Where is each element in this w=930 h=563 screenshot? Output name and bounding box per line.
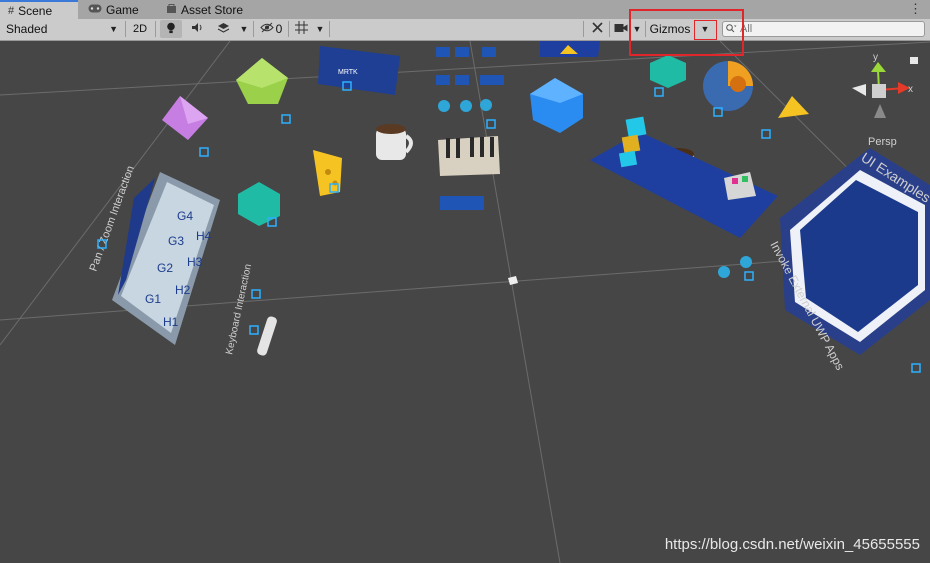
axis-y-label: y	[873, 52, 878, 63]
grid-cell-g3: G3	[168, 234, 184, 248]
grid-cell-h1: H1	[163, 315, 179, 329]
hidden-count: 0	[275, 22, 283, 36]
cyan-block	[625, 116, 647, 138]
chevron-down-icon: ▼	[315, 24, 325, 34]
scene-toolbar: Shaded ▼ 2D ▼ 0 ▼ ▼ Gizmos ▼ All	[0, 19, 930, 41]
scene-canvas: G4 G3 G2 G1 H4 H3 H2 H1 Pan / Zoom Inter…	[0, 41, 930, 563]
camera-dropdown[interactable]: ▼	[631, 20, 643, 38]
teal-sphere	[238, 182, 280, 226]
2d-toggle-button[interactable]: 2D	[128, 20, 152, 38]
chevron-down-icon: ▼	[700, 24, 710, 34]
hidden-objects-toggle[interactable]: 0	[256, 20, 286, 38]
chevron-down-icon: ▼	[632, 24, 642, 34]
effects-dropdown[interactable]: ▼	[237, 20, 251, 38]
mrtk-logo-panel: MRTK	[318, 46, 400, 95]
store-icon	[166, 3, 177, 17]
speaker-icon	[191, 22, 204, 36]
shading-mode-value: Shaded	[6, 22, 48, 36]
camera-origin-marker	[508, 276, 518, 285]
search-input[interactable]	[740, 23, 910, 35]
tab-game-label: Game	[106, 2, 139, 17]
scene-search-field[interactable]	[722, 21, 925, 37]
effects-toggle-button[interactable]	[212, 20, 234, 38]
audio-toggle-button[interactable]	[186, 20, 208, 38]
layers-icon	[217, 22, 230, 37]
yellow-pyramid	[778, 96, 809, 118]
stylus-object	[257, 316, 277, 356]
eye-slash-icon	[259, 22, 274, 36]
grid-cell-h4: H4	[196, 229, 212, 243]
tools-icon	[591, 21, 604, 37]
piano-keys-object	[438, 136, 500, 176]
chevron-down-icon: ▼	[109, 24, 118, 34]
camera-icon	[614, 22, 628, 36]
tab-asset-store[interactable]: Asset Store	[158, 0, 258, 19]
tab-asset-store-label: Asset Store	[181, 2, 244, 17]
grid-toggle-button[interactable]	[291, 20, 311, 38]
earth-core-model	[703, 61, 753, 111]
grid-snap-icon	[294, 21, 308, 37]
grid-cell-g4: G4	[177, 209, 193, 223]
editor-tab-bar: # Scene Game Asset Store ⋮	[0, 0, 930, 20]
orientation-gizmo: y x Persp	[852, 52, 913, 148]
more-options-icon[interactable]: ⋮	[909, 1, 922, 17]
axis-x-label: x	[908, 84, 913, 95]
grid-icon: #	[8, 4, 15, 17]
pan-zoom-grid-panel: G4 G3 G2 G1 H4 H3 H2 H1	[112, 172, 220, 345]
chevron-down-icon: ▼	[239, 24, 249, 34]
tab-game[interactable]: Game	[80, 0, 152, 19]
coffee-mug-left	[376, 124, 413, 160]
grid-cell-g2: G2	[157, 261, 173, 275]
shading-mode-dropdown[interactable]: Shaded ▼	[2, 20, 122, 38]
tab-scene[interactable]: # Scene	[0, 0, 78, 19]
gamepad-icon	[88, 4, 102, 16]
search-icon	[726, 22, 737, 36]
teal-sphere-right	[650, 55, 686, 88]
persp-label: Persp	[868, 136, 897, 148]
grid-dropdown[interactable]: ▼	[313, 20, 327, 38]
svg-text:MRTK: MRTK	[338, 69, 358, 76]
grid-cell-h3: H3	[187, 255, 203, 269]
keyboard-label: Keyboard Interaction	[224, 263, 254, 356]
grid-cell-h2: H2	[175, 283, 191, 297]
yellow-block	[621, 134, 641, 154]
lock-icon	[910, 57, 918, 64]
scene-viewport[interactable]: G4 G3 G2 G1 H4 H3 H2 H1 Pan / Zoom Inter…	[0, 41, 930, 563]
light-bulb-icon	[166, 22, 176, 37]
grid-cell-g1: G1	[145, 292, 161, 306]
camera-settings-button[interactable]	[612, 20, 630, 38]
tools-button[interactable]	[587, 20, 607, 38]
lighting-toggle-button[interactable]	[160, 20, 182, 38]
gizmos-dropdown[interactable]: ▼	[696, 20, 714, 38]
gizmos-button[interactable]: Gizmos	[648, 20, 692, 38]
top-small-panel	[540, 41, 600, 57]
watermark-text: https://blog.csdn.net/weixin_45655555	[664, 536, 920, 553]
tab-scene-label: Scene	[18, 3, 53, 18]
